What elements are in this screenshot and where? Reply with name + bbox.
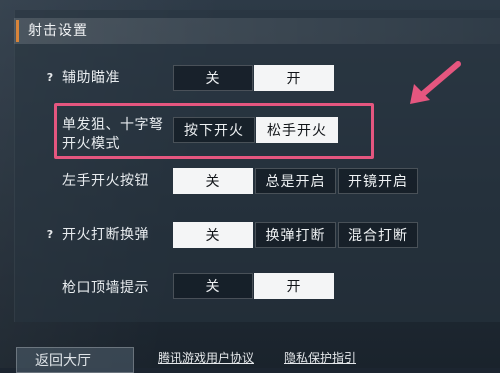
label-fire-interrupt-reload: 开火打断换弹 <box>62 227 149 243</box>
left-fire-always-button[interactable]: 总是开启 <box>255 168 336 194</box>
interrupt-off-button[interactable]: 关 <box>173 222 253 248</box>
interrupt-reload-button[interactable]: 换弹打断 <box>255 222 336 248</box>
label-muzzle-wall-hint: 枪口顶墙提示 <box>62 280 149 296</box>
back-to-lobby-label: 返回大厅 <box>35 353 91 369</box>
left-fire-off-button[interactable]: 关 <box>173 168 253 194</box>
aim-assist-off-button[interactable]: 关 <box>173 65 253 91</box>
back-to-lobby-button[interactable]: 返回大厅 <box>16 347 134 373</box>
help-icon[interactable]: ? <box>44 228 56 242</box>
label-left-fire-button: 左手开火按钮 <box>62 173 149 189</box>
section-title: 射击设置 <box>28 23 88 39</box>
muzzle-hint-on-button[interactable]: 开 <box>254 273 334 299</box>
pointer-arrow-icon <box>410 61 461 104</box>
highlight-frame <box>54 103 374 159</box>
privacy-policy-link[interactable]: 隐私保护指引 <box>284 349 356 366</box>
help-icon[interactable]: ? <box>44 71 56 85</box>
label-aim-assist: 辅助瞄准 <box>62 70 120 86</box>
left-fire-scope-button[interactable]: 开镜开启 <box>338 168 418 194</box>
aim-assist-on-button[interactable]: 开 <box>254 65 334 91</box>
muzzle-hint-off-button[interactable]: 关 <box>173 273 253 299</box>
section-accent-bar <box>16 20 19 42</box>
interrupt-mixed-button[interactable]: 混合打断 <box>338 222 418 248</box>
user-agreement-link[interactable]: 腾讯游戏用户协议 <box>158 349 254 366</box>
